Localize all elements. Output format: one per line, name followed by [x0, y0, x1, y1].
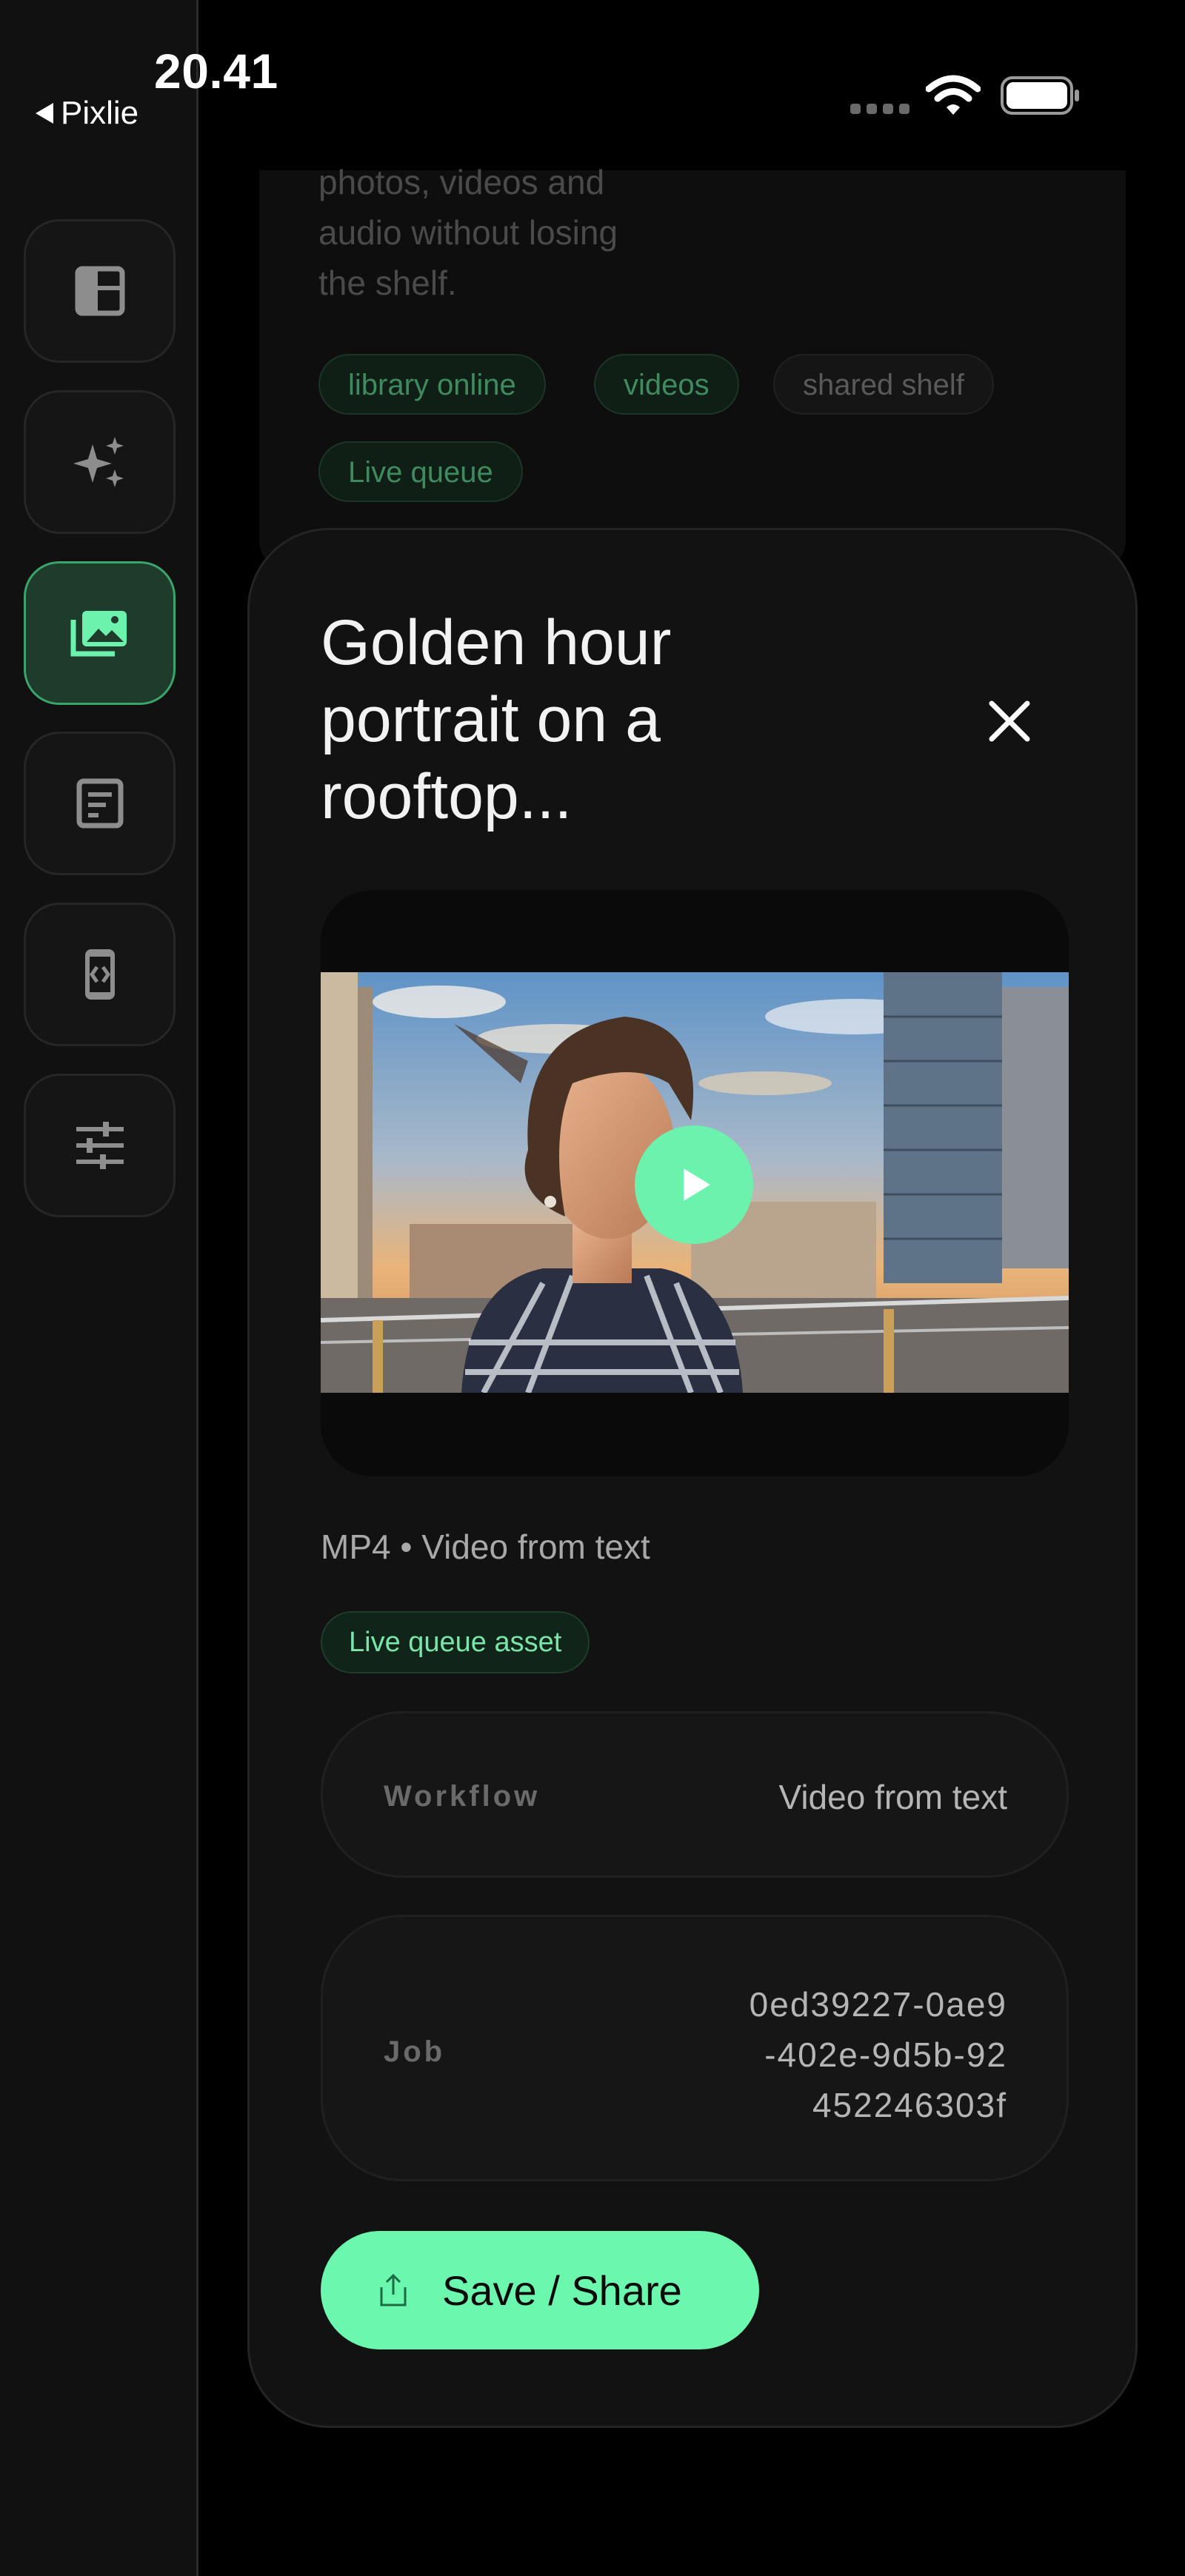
library-summary-card: photos, videos and audio without losing … — [259, 163, 1126, 570]
save-share-button[interactable]: Save / Share — [321, 2231, 759, 2349]
nav-create-button[interactable] — [24, 390, 176, 534]
back-triangle-icon — [36, 103, 53, 124]
close-button[interactable] — [974, 686, 1045, 757]
status-bar: 20.41 Pixlie — [0, 0, 1185, 178]
back-app-label: Pixlie — [61, 95, 139, 131]
chip-live-queue[interactable]: Live queue — [318, 441, 523, 502]
chip-videos[interactable]: videos — [594, 354, 739, 415]
info-value: 0ed39227-0ae9 -402e-9d5b-92 452246303f — [749, 1985, 1007, 2124]
sparkles-icon — [73, 437, 124, 487]
document-icon — [76, 778, 123, 829]
device-code-icon — [84, 949, 115, 1000]
asset-meta: MP4 • Video from text — [321, 1528, 650, 1566]
nav-document-button[interactable] — [24, 732, 176, 875]
wifi-icon — [926, 75, 981, 115]
sidebar — [0, 0, 198, 2576]
share-icon — [380, 2273, 407, 2306]
info-label: Workflow — [384, 1780, 541, 1813]
back-to-app-link[interactable]: Pixlie — [36, 95, 138, 132]
dynamic-island — [407, 40, 763, 144]
chip-shared-shelf[interactable]: shared shelf — [773, 354, 994, 415]
nav-library-button[interactable] — [24, 561, 176, 705]
sliders-icon — [76, 1122, 124, 1169]
cellular-signal-icon — [850, 104, 909, 114]
chip-library-online[interactable]: library online — [318, 354, 546, 415]
library-description: photos, videos and audio without losing … — [318, 163, 618, 302]
battery-icon — [1001, 76, 1079, 115]
nav-dashboard-button[interactable] — [24, 219, 176, 363]
info-value: Video from text — [778, 1778, 1007, 1816]
save-share-label: Save / Share — [442, 2266, 682, 2314]
status-badge: Live queue asset — [321, 1611, 590, 1673]
dashboard-icon — [75, 266, 124, 316]
gallery-icon — [70, 611, 127, 657]
asset-detail-modal: Golden hour portrait on a rooftop... MP4… — [247, 528, 1138, 2428]
play-icon — [684, 1168, 710, 1201]
info-label: Job — [384, 2035, 446, 2068]
info-row-workflow: Workflow Video from text — [321, 1711, 1069, 1878]
close-icon — [989, 700, 1030, 742]
asset-title: Golden hour portrait on a rooftop... — [321, 607, 672, 832]
video-player[interactable] — [321, 890, 1069, 1476]
nav-settings-button[interactable] — [24, 1074, 176, 1217]
status-time: 20.41 — [154, 44, 278, 98]
nav-developer-button[interactable] — [24, 903, 176, 1046]
play-button[interactable] — [635, 1125, 753, 1244]
info-row-job: Job 0ed39227-0ae9 -402e-9d5b-92 45224630… — [321, 1915, 1069, 2181]
